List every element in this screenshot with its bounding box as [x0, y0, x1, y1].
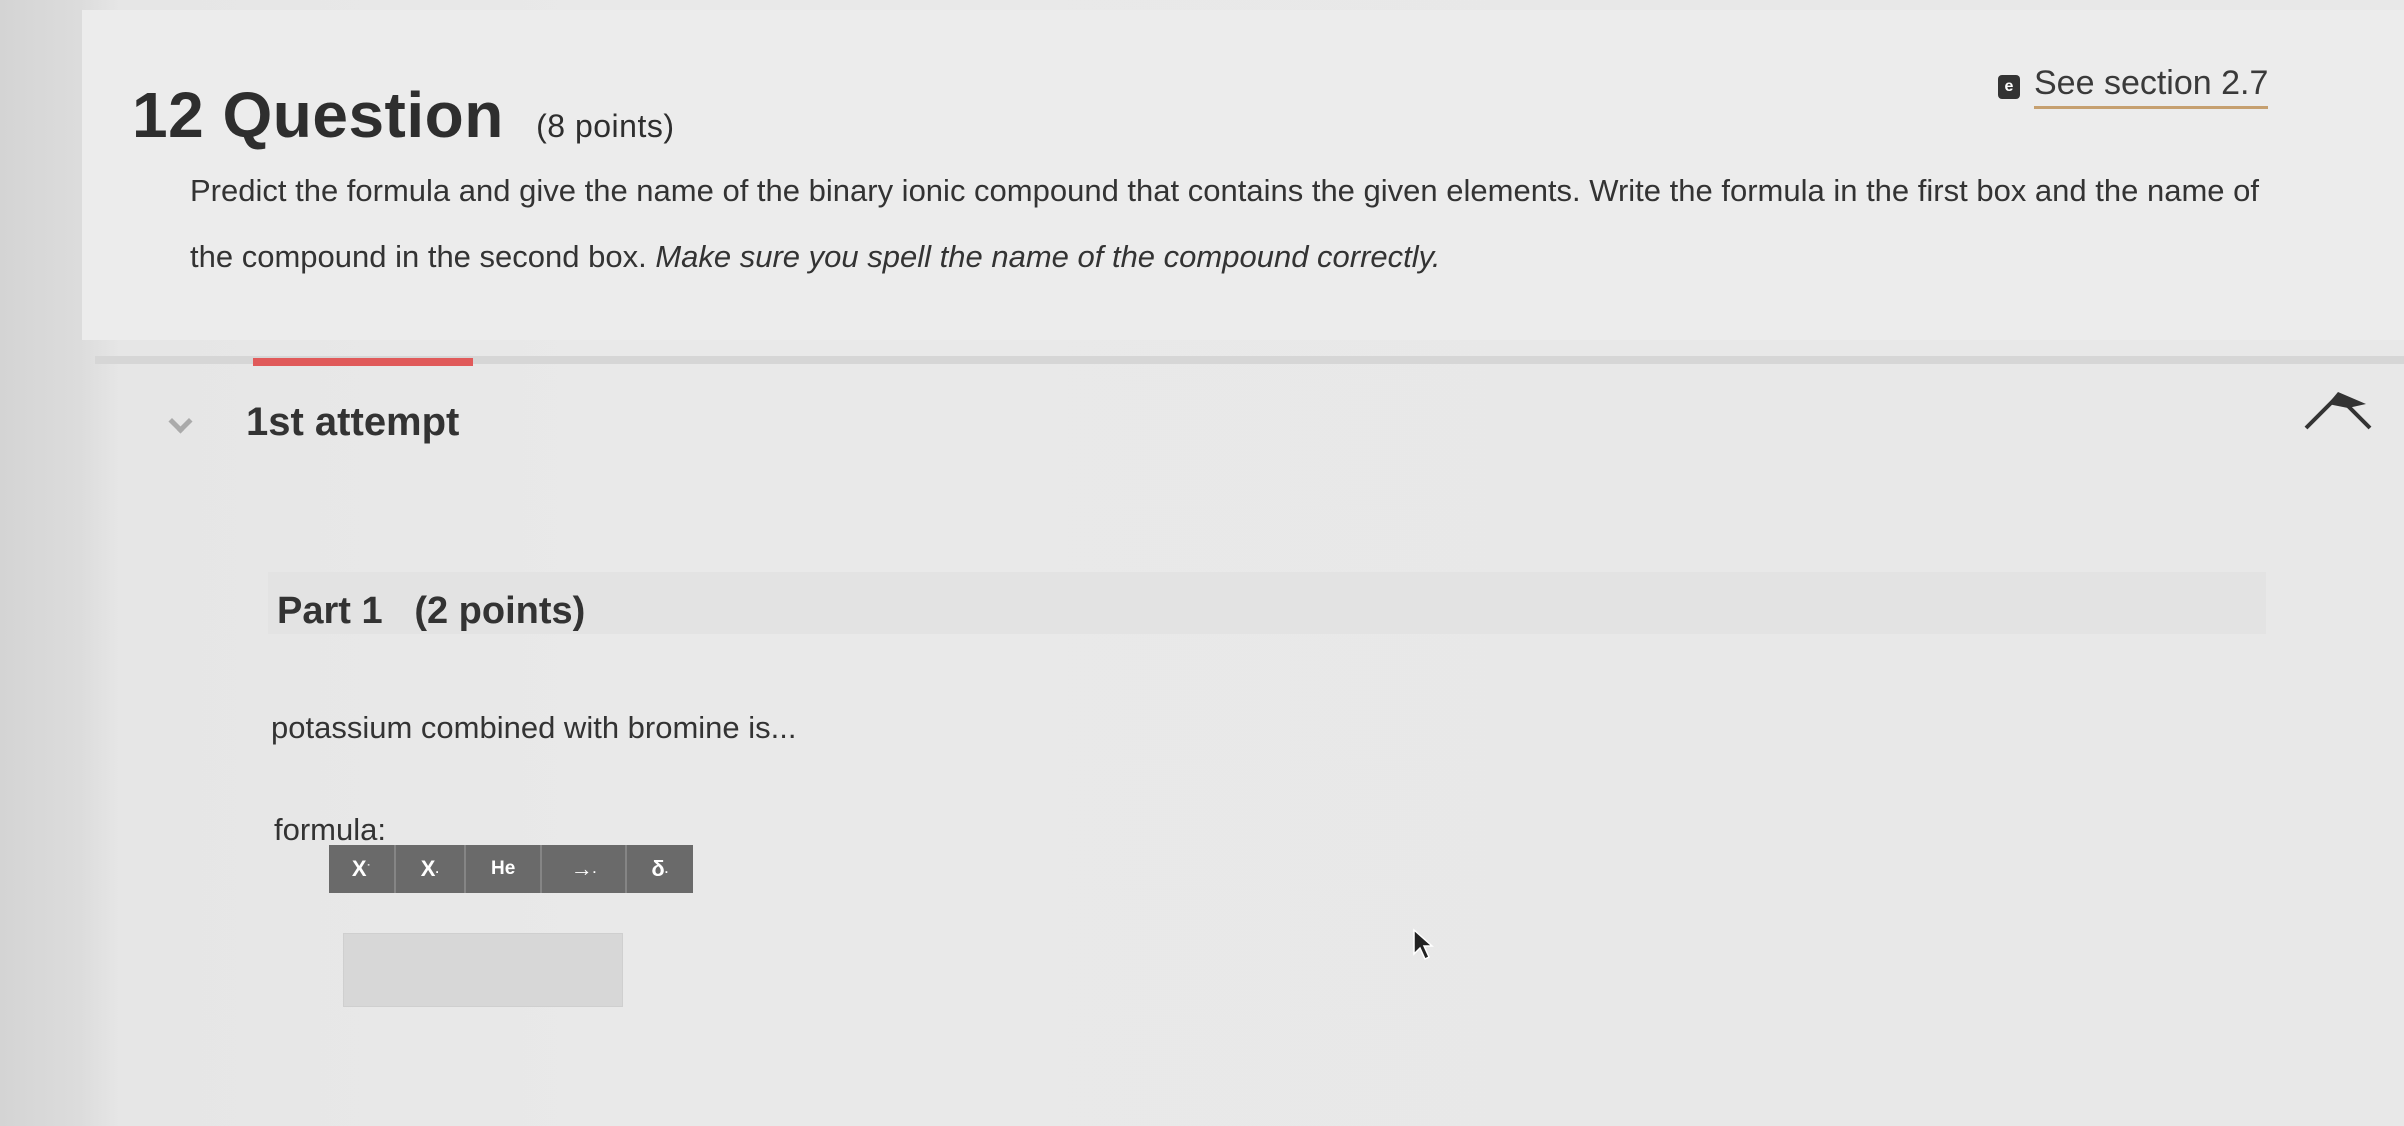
ebook-icon: e — [1998, 74, 2020, 99]
part-label: Part 1 — [277, 590, 383, 632]
attempt-tab-indicator — [253, 358, 473, 366]
question-points: (8 points) — [536, 108, 675, 144]
arrow-label: → — [570, 856, 593, 881]
delta-label: δ — [651, 856, 665, 881]
question-label: Question — [222, 79, 504, 151]
superscript-button[interactable]: X ˙ — [329, 845, 396, 893]
part-points: (2 points) — [414, 590, 586, 632]
see-section-label[interactable]: See section 2.7 — [2034, 64, 2269, 109]
subscript-button[interactable]: X. — [396, 845, 467, 893]
subscript-label: X — [420, 856, 436, 881]
attempt-label: 1st attempt — [246, 400, 460, 444]
question-title: 12 Question (8 points) — [132, 78, 674, 152]
question-prompt: Predict the formula and give the name of… — [190, 158, 2300, 290]
part-prompt: potassium combined with bromine is... — [271, 710, 797, 745]
prompt-emphasis: Make sure you spell the name of the comp… — [655, 239, 1441, 274]
question-number: 12 — [132, 79, 205, 151]
mouse-cursor-icon — [1413, 928, 1434, 961]
element-button[interactable]: He — [466, 845, 543, 893]
formula-label: formula: — [274, 812, 386, 847]
arrow-marker: . — [592, 862, 597, 876]
superscript-marker: ˙ — [366, 862, 371, 876]
part-title: Part 1 (2 points) — [277, 590, 585, 633]
delta-marker: . — [664, 862, 669, 876]
attempt-header[interactable]: 1st attempt — [170, 400, 459, 445]
delta-button[interactable]: δ. — [627, 845, 694, 893]
scroll-to-top-icon[interactable] — [2302, 382, 2374, 432]
see-section-link[interactable]: e See section 2.7 — [1998, 64, 2269, 109]
formula-toolbar: X ˙ X. He →. δ. — [329, 845, 693, 893]
chevron-down-icon[interactable] — [170, 413, 190, 433]
superscript-label: X — [351, 856, 367, 881]
formula-input[interactable] — [343, 933, 623, 1007]
element-label: He — [491, 858, 516, 879]
reaction-arrow-button[interactable]: →. — [542, 845, 627, 893]
subscript-marker: . — [435, 862, 439, 876]
